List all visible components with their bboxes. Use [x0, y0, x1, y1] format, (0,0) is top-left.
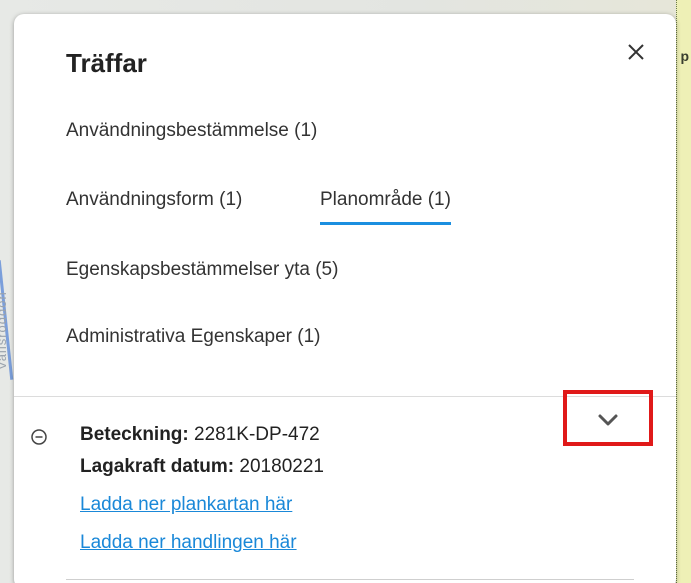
- panel-title: Träffar: [66, 48, 147, 78]
- tab-administrativa-egenskaper[interactable]: Administrativa Egenskaper (1): [66, 326, 321, 348]
- close-button[interactable]: [624, 40, 648, 64]
- result-divider: [66, 579, 634, 580]
- download-handling-link[interactable]: Ladda ner handlingen här: [80, 532, 297, 554]
- minus-circle-icon[interactable]: [30, 428, 48, 446]
- map-plan-area: p: [676, 0, 691, 583]
- lagakraft-label: Lagakraft datum:: [80, 456, 235, 477]
- download-plankarta-link[interactable]: Ladda ner plankartan här: [80, 494, 292, 516]
- tab-planomrade[interactable]: Planområde (1): [320, 189, 451, 225]
- beteckning-value: 2281K-DP-472: [194, 424, 320, 445]
- beteckning-label: Beteckning:: [80, 424, 189, 445]
- tab-egenskapsbestammelser-yta[interactable]: Egenskapsbestämmelser yta (5): [66, 259, 338, 281]
- map-glyph: p: [680, 48, 689, 64]
- lagakraft-row: Lagakraft datum: 20180221: [80, 456, 324, 478]
- map-street-label: Vallsroddon: [0, 291, 9, 370]
- highlight-box: [563, 390, 653, 446]
- tab-anvandningsform[interactable]: Användningsform (1): [66, 189, 242, 211]
- results-panel: Träffar Användningsbestämmelse (1) Använ…: [14, 14, 676, 583]
- close-icon: [628, 44, 644, 60]
- tab-anvandningsbestammelse[interactable]: Användningsbestämmelse (1): [66, 120, 317, 142]
- lagakraft-value: 20180221: [239, 456, 324, 477]
- beteckning-row: Beteckning: 2281K-DP-472: [80, 424, 320, 446]
